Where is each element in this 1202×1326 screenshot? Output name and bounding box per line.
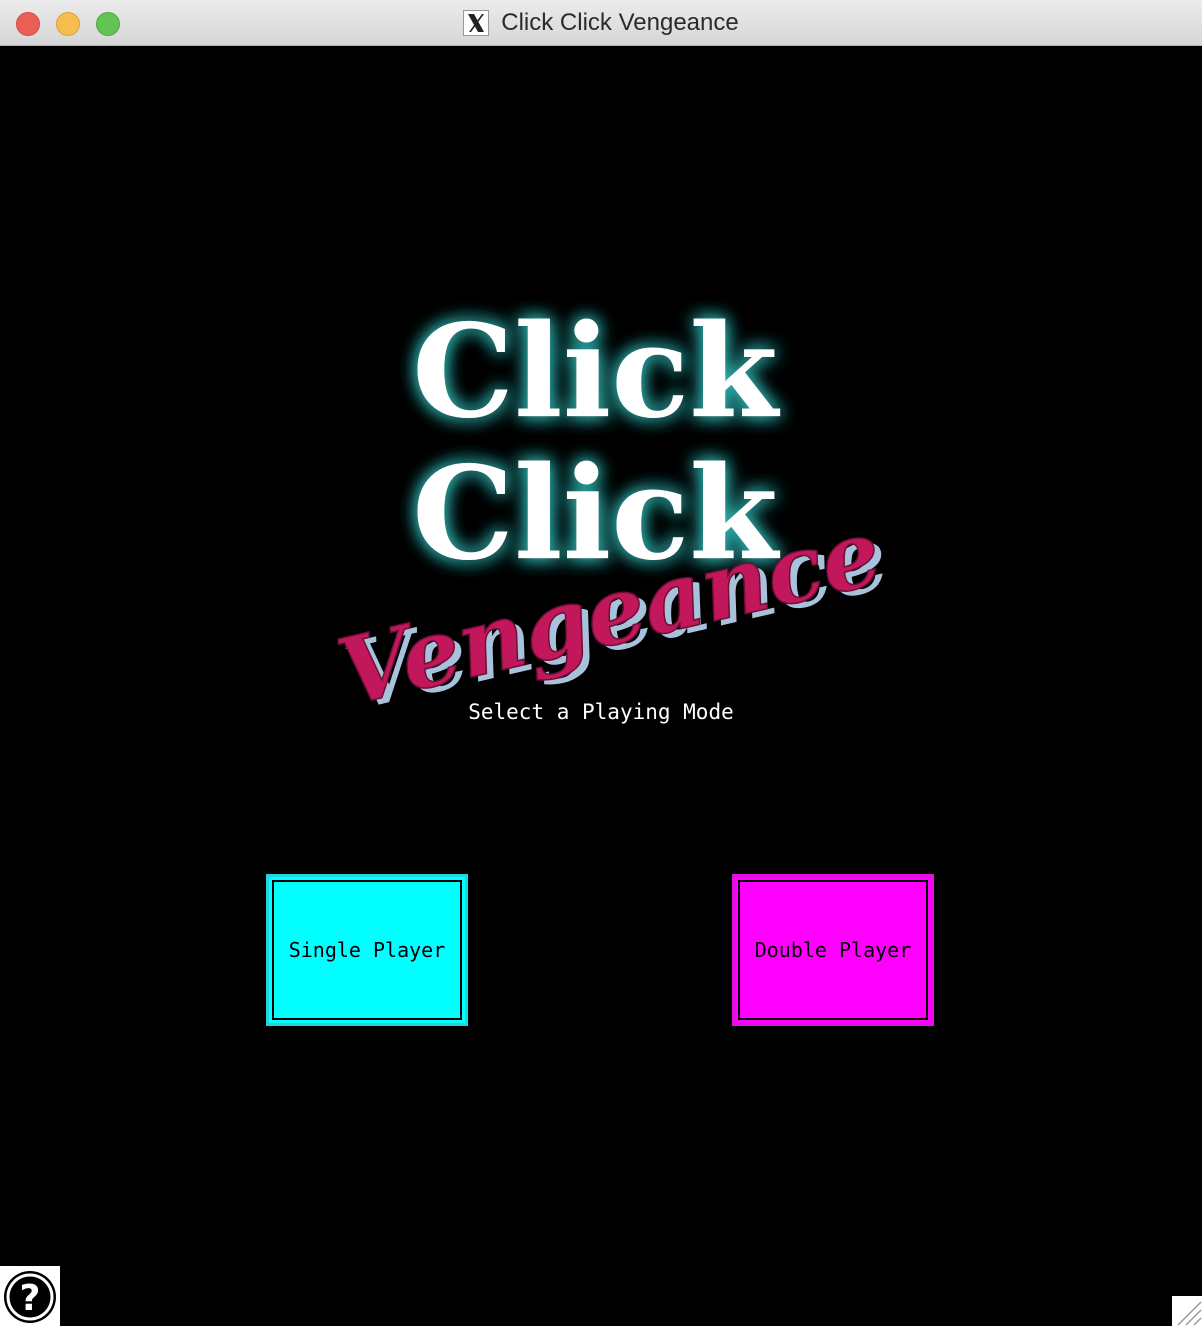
game-logo: Click Click Vengeance Vengeance <box>327 297 897 706</box>
x11-icon <box>463 10 490 36</box>
logo-click-1: Click <box>412 297 780 447</box>
app-window: Click Click Vengeance Click Click Vengea… <box>0 0 1202 1326</box>
mode-prompt: Select a Playing Mode <box>468 700 734 724</box>
double-player-button[interactable]: Double Player <box>732 874 934 1026</box>
window-title: Click Click Vengeance <box>501 9 739 36</box>
double-player-label: Double Player <box>738 880 928 1020</box>
single-player-label: Single Player <box>272 880 462 1020</box>
single-player-button[interactable]: Single Player <box>266 874 468 1026</box>
title-bar[interactable]: Click Click Vengeance <box>0 0 1202 46</box>
svg-text:?: ? <box>20 1278 41 1319</box>
resize-grip-icon[interactable] <box>1172 1296 1202 1326</box>
game-canvas[interactable]: Click Click Vengeance Vengeance Select a… <box>0 46 1202 1326</box>
help-icon[interactable]: ? <box>0 1266 60 1326</box>
